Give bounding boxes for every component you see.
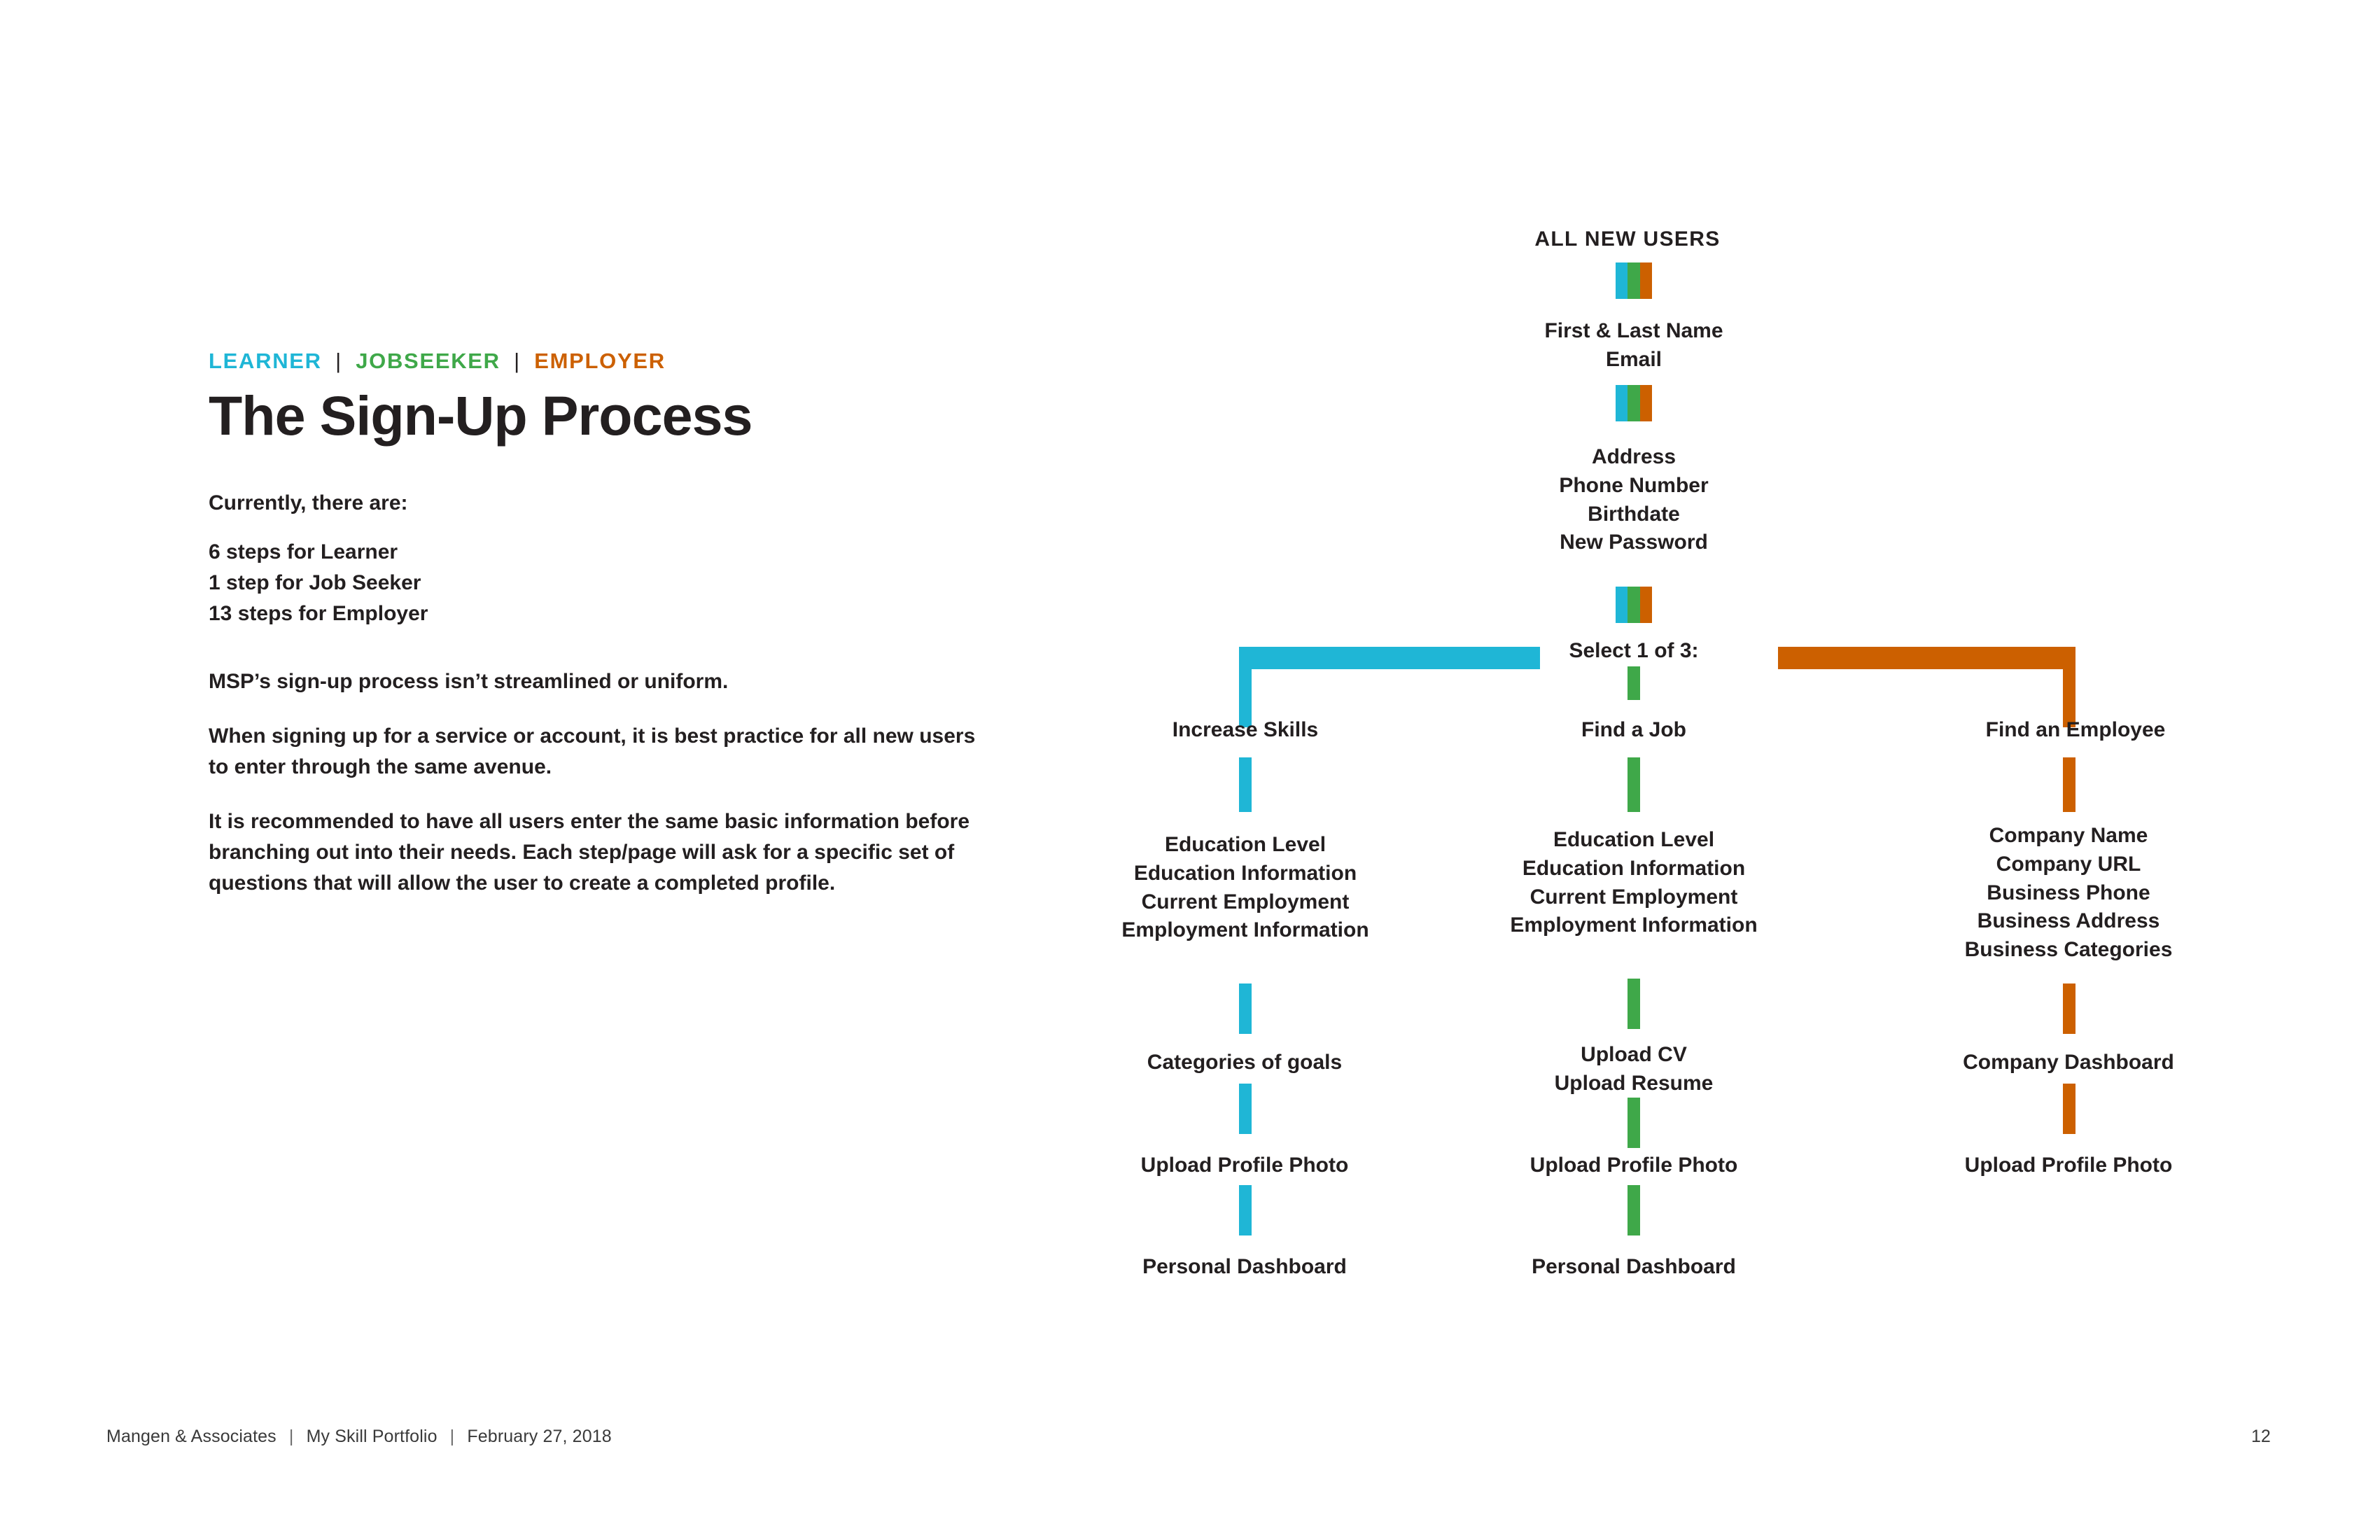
connector-stripe-cyan bbox=[1616, 587, 1628, 623]
connector-stripe-cyan bbox=[1616, 262, 1628, 299]
branch-title-employer: Find an Employee bbox=[1985, 718, 2166, 741]
flow-step-contact-details: Address Phone Number Birthdate New Passw… bbox=[1559, 445, 1709, 554]
footer-company: Mangen & Associates bbox=[106, 1427, 276, 1446]
connector-stripe-green bbox=[1628, 587, 1640, 623]
flow-step-employer-company: Company Name Company URL Business Phone … bbox=[1964, 824, 2173, 962]
connector-jobseeker-2 bbox=[1628, 979, 1640, 1029]
footer-project: My Skill Portfolio bbox=[306, 1427, 438, 1446]
branch-title-jobseeker: Find a Job bbox=[1581, 718, 1686, 741]
connector-employer-3 bbox=[2063, 1084, 2076, 1134]
flow-step-basic-identity: First & Last Name Email bbox=[1544, 319, 1723, 371]
flow-step-jobseeker-photo: Upload Profile Photo bbox=[1530, 1154, 1738, 1177]
connector-jobseeker-3 bbox=[1628, 1098, 1640, 1148]
connector-stripe-orange bbox=[1639, 262, 1652, 299]
connector-stripe-orange bbox=[1639, 587, 1652, 623]
flow-step-jobseeker-upload: Upload CV Upload Resume bbox=[1554, 1043, 1714, 1095]
flow-heading: ALL NEW USERS bbox=[1534, 227, 1721, 251]
connector-employer-2 bbox=[2063, 983, 2076, 1034]
intro-body: Currently, there are: 6 steps for Learne… bbox=[209, 488, 1000, 899]
connector-stripe-green bbox=[1628, 385, 1640, 421]
connector-learner-2 bbox=[1239, 983, 1252, 1034]
flow-step-learner-photo: Upload Profile Photo bbox=[1140, 1154, 1349, 1177]
connector-learner-4 bbox=[1239, 1185, 1252, 1236]
flow-step-jobseeker-dashboard: Personal Dashboard bbox=[1532, 1255, 1736, 1278]
connector-jobseeker-4 bbox=[1628, 1185, 1640, 1236]
audience-tag-jobseeker: JOBSEEKER bbox=[356, 349, 500, 373]
intro-lead: Currently, there are: bbox=[209, 491, 408, 515]
intro-paragraph-3: It is recommended to have all users ente… bbox=[209, 809, 970, 895]
flow-step-select-path: Select 1 of 3: bbox=[1569, 639, 1699, 662]
footer-separator-2: | bbox=[449, 1427, 455, 1446]
audience-tag-learner: LEARNER bbox=[209, 349, 322, 373]
flow-step-jobseeker-education: Education Level Education Information Cu… bbox=[1510, 828, 1758, 937]
intro-paragraph-1: MSP’s sign-up process isn’t streamlined … bbox=[209, 669, 729, 693]
footer: Mangen & Associates | My Skill Portfolio… bbox=[106, 1427, 612, 1447]
footer-date: February 27, 2018 bbox=[467, 1427, 612, 1446]
connector-branch-employer-horizontal bbox=[1778, 647, 2076, 669]
audience-tag-employer: EMPLOYER bbox=[534, 349, 666, 373]
flow-step-learner-dashboard: Personal Dashboard bbox=[1142, 1255, 1347, 1278]
connector-learner-1 bbox=[1239, 757, 1252, 812]
connector-jobseeker-1 bbox=[1628, 757, 1640, 812]
connector-branch-learner-vertical bbox=[1239, 647, 1252, 727]
tag-separator-2: | bbox=[514, 349, 521, 373]
intro-paragraph-2: When signing up for a service or account… bbox=[209, 724, 976, 778]
connector-stripe-orange bbox=[1639, 385, 1652, 421]
footer-separator-1: | bbox=[288, 1427, 294, 1446]
connector-stripe-green bbox=[1628, 262, 1640, 299]
connector-branch-learner-horizontal bbox=[1239, 647, 1540, 669]
connector-employer-1 bbox=[2063, 757, 2076, 812]
audience-tag-list: LEARNER | JOBSEEKER | EMPLOYER bbox=[209, 350, 1000, 372]
connector-tricolor-1 bbox=[1616, 262, 1652, 299]
flow-step-employer-dashboard: Company Dashboard bbox=[1963, 1051, 2174, 1074]
connector-tricolor-2 bbox=[1616, 385, 1652, 421]
step-count-list: 6 steps for Learner 1 step for Job Seeke… bbox=[209, 540, 428, 626]
connector-tricolor-3 bbox=[1616, 587, 1652, 623]
signup-flow-diagram: ALL NEW USERS First & Last Name Email Ad… bbox=[1036, 0, 2380, 1365]
tag-separator-1: | bbox=[335, 349, 342, 373]
branch-title-learner: Increase Skills bbox=[1172, 718, 1319, 741]
flow-step-learner-goals: Categories of goals bbox=[1147, 1051, 1343, 1074]
connector-branch-jobseeker-vertical bbox=[1628, 666, 1640, 700]
page-title: The Sign-Up Process bbox=[209, 384, 752, 447]
intro-column: LEARNER | JOBSEEKER | EMPLOYER The Sign-… bbox=[209, 350, 1000, 899]
connector-branch-employer-vertical bbox=[2063, 647, 2076, 727]
page-number: 12 bbox=[2251, 1427, 2271, 1446]
connector-stripe-cyan bbox=[1616, 385, 1628, 421]
connector-learner-3 bbox=[1239, 1084, 1252, 1134]
flow-step-employer-photo: Upload Profile Photo bbox=[1964, 1154, 2173, 1177]
flow-step-learner-education: Education Level Education Information Cu… bbox=[1121, 833, 1369, 942]
